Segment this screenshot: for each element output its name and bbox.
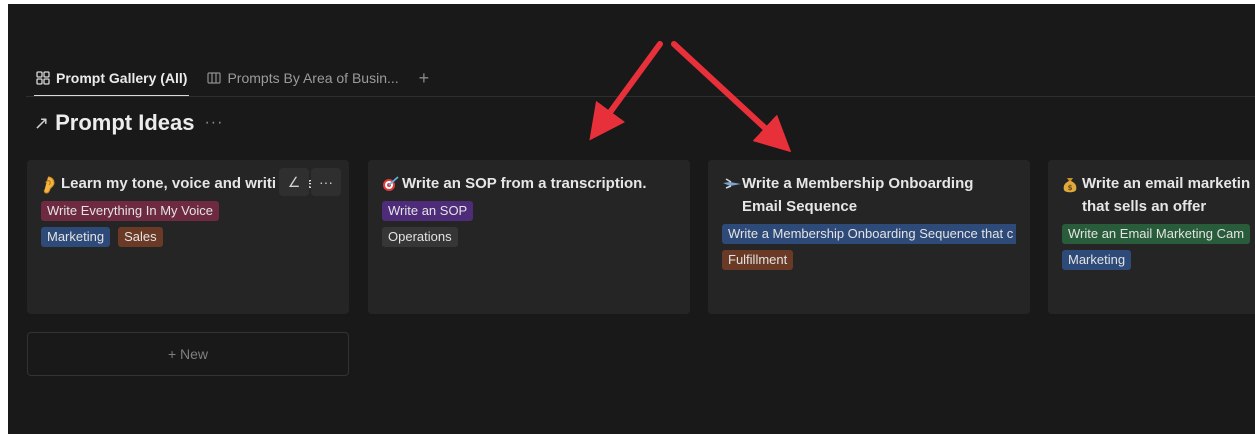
tag-row: Fulfillment [722, 250, 1016, 270]
annotation-arrow-left [589, 41, 663, 141]
money-bag-icon: $ [1062, 172, 1082, 218]
view-tabs: Prompt Gallery (All) Prompts By Area of … [26, 56, 440, 97]
card-title: $ Write an email marketin that sells an … [1062, 172, 1255, 218]
app-window: Prompt Gallery (All) Prompts By Area of … [8, 4, 1255, 434]
view-title: ↗ Prompt Ideas ··· [34, 110, 223, 136]
tag: Write an SOP [382, 201, 474, 221]
tag: Marketing [1062, 250, 1132, 270]
tag-row: Marketing Sales [41, 227, 335, 247]
card-title: Write an SOP from a transcription. [382, 172, 676, 195]
edit-button[interactable]: ∠ [279, 168, 309, 196]
view-more-icon[interactable]: ··· [204, 114, 223, 132]
card-title: Write a Membership Onboarding Email Sequ… [722, 172, 1016, 218]
tag-row: Write Everything In My Voice [41, 201, 335, 221]
board-icon [207, 71, 222, 85]
tab-label: Prompts By Area of Busin... [227, 70, 399, 86]
view-title-text[interactable]: Prompt Ideas [55, 110, 194, 136]
more-options-button[interactable]: ··· [311, 168, 341, 196]
tab-prompts-by-area[interactable]: Prompts By Area of Busin... [197, 60, 408, 96]
tag: Sales [118, 227, 163, 247]
tab-label: Prompt Gallery (All) [56, 70, 188, 86]
tag-row: Write an SOP [382, 201, 676, 221]
tag-row: Write an Email Marketing Cam [1062, 224, 1255, 244]
target-icon [382, 172, 402, 195]
gallery-icon [36, 71, 50, 85]
card-title-text: Write an email marketin that sells an of… [1082, 175, 1251, 215]
tag: Write an Email Marketing Cam [1062, 224, 1251, 244]
tag-row: Operations [382, 227, 676, 247]
svg-text:$: $ [1068, 184, 1073, 192]
tag: Write a Membership Onboarding Sequence t… [722, 224, 1016, 244]
card-actions: ∠ ··· [279, 168, 341, 196]
link-arrow-icon: ↗ [34, 112, 50, 133]
tabs-divider [26, 96, 1255, 97]
gallery-card[interactable]: Write a Membership Onboarding Email Sequ… [708, 160, 1030, 314]
tab-prompt-gallery[interactable]: Prompt Gallery (All) [26, 60, 197, 97]
tag: Operations [382, 227, 458, 247]
gallery-card[interactable]: $ Write an email marketin that sells an … [1048, 160, 1255, 314]
gallery-card[interactable]: Learn my tone, voice and writi style Wri… [27, 160, 349, 314]
flying-icon [722, 172, 742, 218]
tag-row: Write a Membership Onboarding Sequence t… [722, 224, 1016, 244]
tag-row: Marketing [1062, 250, 1255, 270]
tag: Write Everything In My Voice [41, 201, 219, 221]
card-title-text: Write a Membership Onboarding Email Sequ… [742, 175, 974, 215]
annotation-arrow-right [671, 41, 792, 153]
new-card-button[interactable]: + New [27, 332, 349, 376]
tag: Fulfillment [722, 250, 794, 270]
add-view-button[interactable]: + [409, 60, 440, 96]
tag: Marketing [41, 227, 111, 247]
ear-icon [41, 172, 61, 195]
gallery-card[interactable]: Write an SOP from a transcription. Write… [368, 160, 690, 314]
card-title-text: Write an SOP from a transcription. [402, 175, 647, 192]
